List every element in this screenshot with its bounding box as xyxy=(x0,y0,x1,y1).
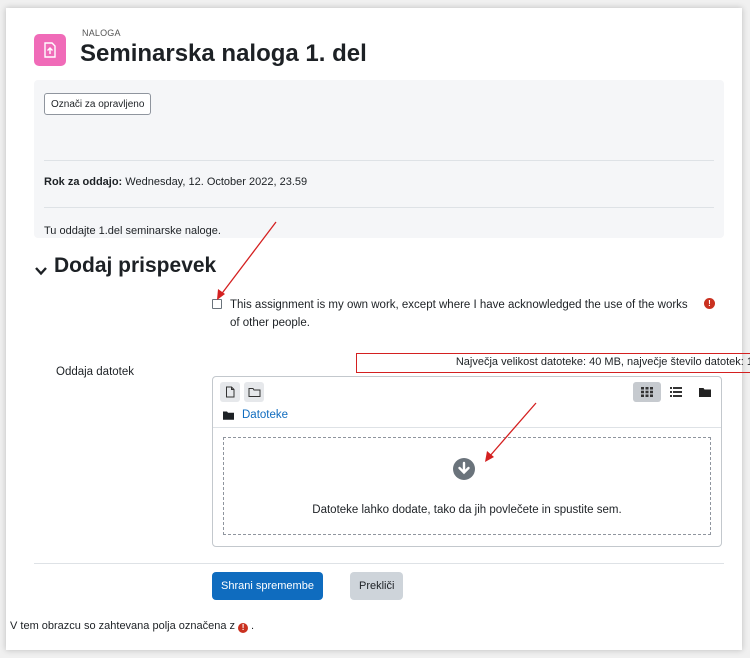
submission-statement: This assignment is my own work, except w… xyxy=(230,299,688,329)
file-submissions-label: Oddaja datotek xyxy=(56,366,135,378)
mark-as-done-button[interactable]: Označi za opravljeno xyxy=(44,93,152,115)
divider xyxy=(44,160,714,161)
folder-icon xyxy=(223,411,234,420)
view-mode-switcher xyxy=(633,382,719,402)
screenshot-frame: NALOGA Seminarska naloga 1. del Označi z… xyxy=(6,8,750,650)
divider xyxy=(44,207,714,208)
file-manager: Datoteke Datoteke lahko dodate, tako da … xyxy=(212,376,722,547)
assignment-page: NALOGA Seminarska naloga 1. del Označi z… xyxy=(10,26,750,644)
breadcrumb: Datoteke xyxy=(223,409,288,421)
required-fields-note: V tem obrazcu so zahtevana polja označen… xyxy=(10,620,254,633)
create-folder-icon xyxy=(248,388,260,397)
module-type-label: NALOGA xyxy=(82,28,121,38)
assignment-intro: Tu oddajte 1.del seminarske naloge. xyxy=(44,225,221,237)
required-icon: ! xyxy=(238,623,249,633)
dropzone-text: Datoteke lahko dodate, tako da jih povle… xyxy=(312,504,622,516)
due-date: Rok za oddajo: Wednesday, 12. October 20… xyxy=(44,176,307,188)
icons-view-button[interactable] xyxy=(633,382,661,402)
save-changes-button[interactable]: Shrani spremembe xyxy=(212,572,323,600)
folder-link[interactable]: Datoteke xyxy=(242,409,288,421)
assignment-upload-icon xyxy=(34,34,66,66)
file-dropzone[interactable]: Datoteke lahko dodate, tako da jih povle… xyxy=(223,437,711,535)
list-view-icon xyxy=(670,387,682,397)
submission-statement-checkbox[interactable] xyxy=(212,299,222,309)
required-note-text: V tem obrazcu so zahtevana polja označen… xyxy=(10,620,236,632)
tree-view-button[interactable] xyxy=(691,382,719,402)
due-date-value: Wednesday, 12. October 2022, 23.59 xyxy=(122,176,308,188)
section-title[interactable]: Dodaj prispevek xyxy=(54,254,216,278)
divider xyxy=(213,427,721,428)
activity-info: Označi za opravljeno Rok za oddajo: Wedn… xyxy=(34,80,724,238)
download-arrow-icon xyxy=(453,458,475,480)
tree-view-icon xyxy=(699,388,711,397)
chevron-down-icon[interactable] xyxy=(34,264,48,278)
list-view-button[interactable] xyxy=(662,382,690,402)
create-folder-button[interactable] xyxy=(244,382,264,402)
page-title: Seminarska naloga 1. del xyxy=(80,40,367,67)
add-file-icon xyxy=(226,386,235,398)
icons-view-icon xyxy=(641,387,653,397)
divider xyxy=(34,563,724,564)
cancel-button[interactable]: Prekliči xyxy=(350,572,404,600)
required-note-end: . xyxy=(251,620,255,632)
add-file-button[interactable] xyxy=(220,382,240,402)
due-date-label: Rok za oddajo: xyxy=(44,176,123,188)
max-file-size-info: Največja velikost datoteke: 40 MB, najve… xyxy=(356,353,750,373)
required-icon: ! xyxy=(704,298,715,309)
